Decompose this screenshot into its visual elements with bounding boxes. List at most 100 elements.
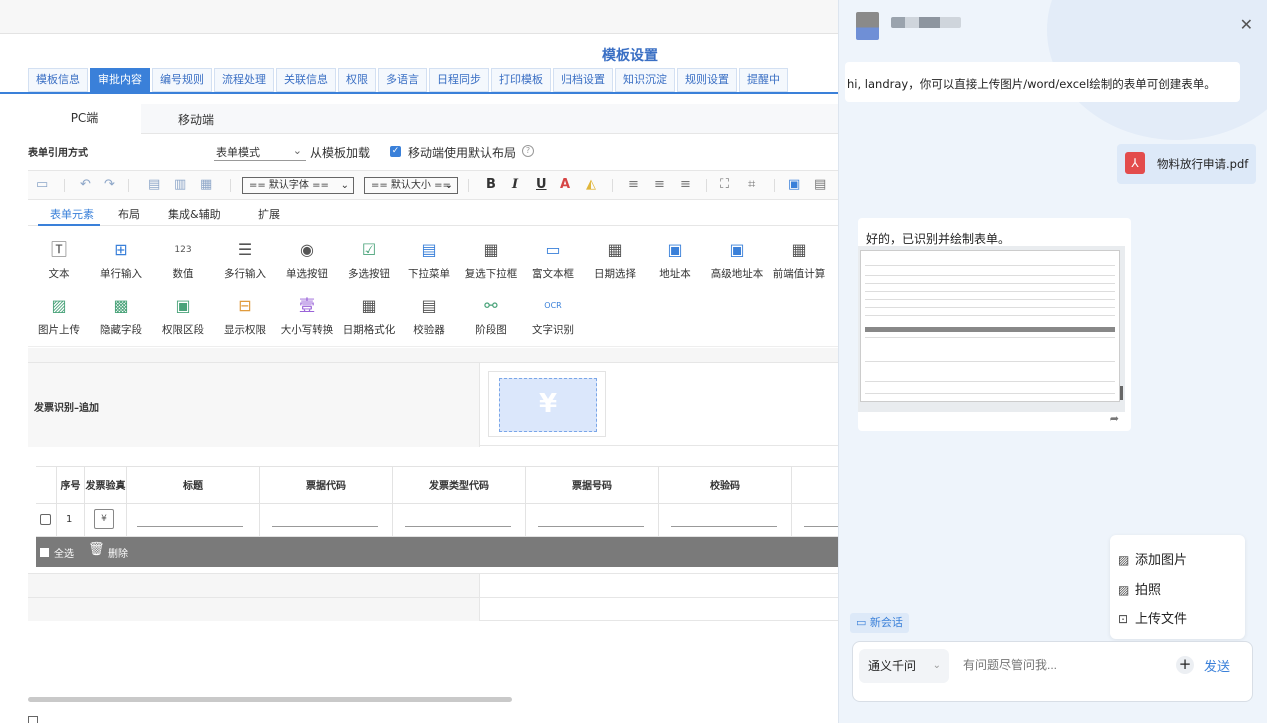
preview-icon[interactable]: ⌗ — [748, 177, 755, 193]
tab-process-handling[interactable]: 流程处理 — [214, 68, 274, 92]
send-button[interactable]: 发送 — [1204, 656, 1230, 675]
font-color-icon[interactable]: A — [560, 177, 570, 193]
tab-form-elements[interactable]: 表单元素 — [50, 206, 94, 222]
form-mode-select[interactable]: 表单模式 ⌄ — [214, 144, 306, 161]
tab-print-template[interactable]: 打印模板 — [491, 68, 551, 92]
menu-upload-file[interactable]: ⊡ 上传文件 — [1118, 608, 1187, 627]
element-text[interactable]: 🅃 文本 — [26, 240, 92, 281]
invoice-ocr-control[interactable]: ¥ — [488, 371, 606, 437]
chat-input[interactable] — [963, 658, 1163, 672]
underline-icon[interactable]: U — [536, 177, 547, 193]
uploaded-file-message[interactable]: ⅄ 物料放行申请.pdf — [1117, 144, 1256, 184]
title-cell[interactable] — [126, 504, 259, 537]
element-dropdown[interactable]: ▤ 下拉菜单 — [396, 240, 462, 281]
element-calc[interactable]: ▦ 前端值计算 — [766, 240, 832, 281]
mode-pc[interactable]: PC端 — [28, 104, 141, 134]
delete-label[interactable]: 删除 — [108, 545, 128, 560]
paste-text-icon[interactable]: ▥ — [174, 177, 186, 193]
element-label: 隐藏字段 — [100, 324, 142, 336]
layout-icon[interactable]: ▤ — [814, 177, 826, 193]
table-footer: 全选 🗑 删除 — [36, 537, 845, 567]
font-family-select[interactable]: == 默认字体 == ⌄ — [242, 177, 354, 194]
element-case-convert[interactable]: 壹大小写转换 — [274, 296, 340, 337]
form-preview-thumbnail[interactable] — [858, 246, 1125, 412]
italic-icon[interactable]: I — [512, 177, 518, 193]
element-multi-dropdown[interactable]: ▦ 复选下拉框 — [458, 240, 524, 281]
bold-icon[interactable]: B — [486, 177, 496, 193]
trash-icon[interactable]: 🗑 — [88, 542, 105, 557]
element-richtext[interactable]: ▭ 富文本框 — [520, 240, 586, 281]
tab-rule-settings[interactable]: 规则设置 — [677, 68, 737, 92]
mode-mobile[interactable]: 移动端 — [178, 111, 214, 128]
element-date-format[interactable]: ▦ 日期格式化 — [336, 296, 402, 337]
tab-permissions[interactable]: 权限 — [338, 68, 376, 92]
element-single-input[interactable]: ⊞ 单行输入 — [88, 240, 154, 281]
tab-knowledge[interactable]: 知识沉淀 — [615, 68, 675, 92]
tab-integration[interactable]: 集成&辅助 — [168, 206, 221, 222]
invoice-verify-icon[interactable]: ¥ — [94, 509, 114, 529]
element-label: 前端值计算 — [772, 268, 826, 280]
undo-icon[interactable]: ↶ — [80, 177, 91, 193]
element-hidden-field[interactable]: ▩ 隐藏字段 — [88, 296, 154, 337]
row-checkbox[interactable] — [40, 514, 51, 525]
table-icon[interactable]: ▣ — [788, 177, 800, 193]
tab-extension[interactable]: 扩展 — [258, 206, 280, 222]
element-image-upload[interactable]: ▨ 图片上传 — [26, 296, 92, 337]
element-advanced-address-book[interactable]: ▣ 高级地址本 — [704, 240, 770, 281]
tab-layout[interactable]: 布局 — [118, 206, 140, 222]
menu-add-image[interactable]: ▨ 添加图片 — [1118, 549, 1187, 568]
horizontal-scrollbar[interactable] — [28, 697, 512, 702]
element-address-book[interactable]: ▣ 地址本 — [642, 240, 708, 281]
element-radio[interactable]: ◉ 单选按钮 — [274, 240, 340, 281]
font-size-select[interactable]: == 默认大小 == ⌄ — [364, 177, 458, 194]
bottom-checkbox[interactable] — [28, 716, 38, 723]
select-all-label[interactable]: 全选 — [54, 545, 74, 560]
load-from-template-link[interactable]: 从模板加载 — [310, 144, 370, 161]
element-ocr[interactable]: OCR 文字识别 — [520, 296, 586, 337]
source-icon[interactable]: ▭ — [36, 177, 48, 193]
type-code-cell[interactable] — [392, 504, 525, 537]
tab-schedule-sync[interactable]: 日程同步 — [429, 68, 489, 92]
tab-approval-content[interactable]: 审批内容 — [90, 68, 150, 92]
element-date[interactable]: ▦ 日期选择 — [582, 240, 648, 281]
tab-template-info[interactable]: 模板信息 — [28, 68, 88, 92]
element-stage-chart[interactable]: ⚯ 阶段图 — [458, 296, 524, 337]
align-right-icon[interactable]: ≡ — [680, 177, 691, 193]
paste-word-icon[interactable]: ▦ — [200, 177, 212, 193]
element-permission-section[interactable]: ▣ 权限区段 — [150, 296, 216, 337]
help-icon[interactable]: ? — [522, 145, 534, 157]
code-cell[interactable] — [259, 504, 392, 537]
element-validator[interactable]: ▤ 校验器 — [396, 296, 462, 337]
tab-multilanguage[interactable]: 多语言 — [378, 68, 427, 92]
number-cell[interactable] — [525, 504, 658, 537]
menu-take-photo[interactable]: ▨ 拍照 — [1118, 579, 1161, 598]
fullscreen-icon[interactable]: ⛶ — [720, 177, 729, 193]
mobile-default-checkbox[interactable]: ✓ — [390, 146, 401, 157]
align-left-icon[interactable]: ≡ — [628, 177, 639, 193]
tab-related-info[interactable]: 关联信息 — [276, 68, 336, 92]
model-select[interactable]: 通义千问 ⌄ — [859, 649, 949, 683]
element-checkbox[interactable]: ☑ 多选按钮 — [336, 240, 402, 281]
new-chat-button[interactable]: ▭ 新会话 — [850, 613, 909, 633]
close-icon[interactable]: ✕ — [1240, 15, 1253, 34]
page-title: 模板设置 — [602, 48, 658, 64]
font-family-value: == 默认字体 == — [249, 180, 329, 191]
paste-icon[interactable]: ▤ — [148, 177, 160, 193]
preview-line — [865, 265, 1115, 266]
preview-line — [865, 393, 1115, 394]
tab-numbering-rules[interactable]: 编号规则 — [152, 68, 212, 92]
align-center-icon[interactable]: ≡ — [654, 177, 665, 193]
check-code-cell[interactable] — [658, 504, 791, 537]
highlight-icon[interactable]: ◭ — [586, 177, 596, 193]
share-icon[interactable]: ➦ — [1110, 412, 1119, 425]
element-multiline-input[interactable]: ☰ 多行输入 — [212, 240, 278, 281]
element-display-permission[interactable]: ⊟ 显示权限 — [212, 296, 278, 337]
element-number[interactable]: 123 数值 — [150, 240, 216, 281]
redo-icon[interactable]: ↷ — [104, 177, 115, 193]
tab-archive-settings[interactable]: 归档设置 — [553, 68, 613, 92]
toolbar-separator — [128, 179, 129, 192]
more-cell[interactable] — [791, 504, 845, 537]
tab-reminder[interactable]: 提醒中 — [739, 68, 788, 92]
plus-icon[interactable]: + — [1176, 656, 1194, 674]
select-all-checkbox[interactable] — [40, 548, 49, 557]
